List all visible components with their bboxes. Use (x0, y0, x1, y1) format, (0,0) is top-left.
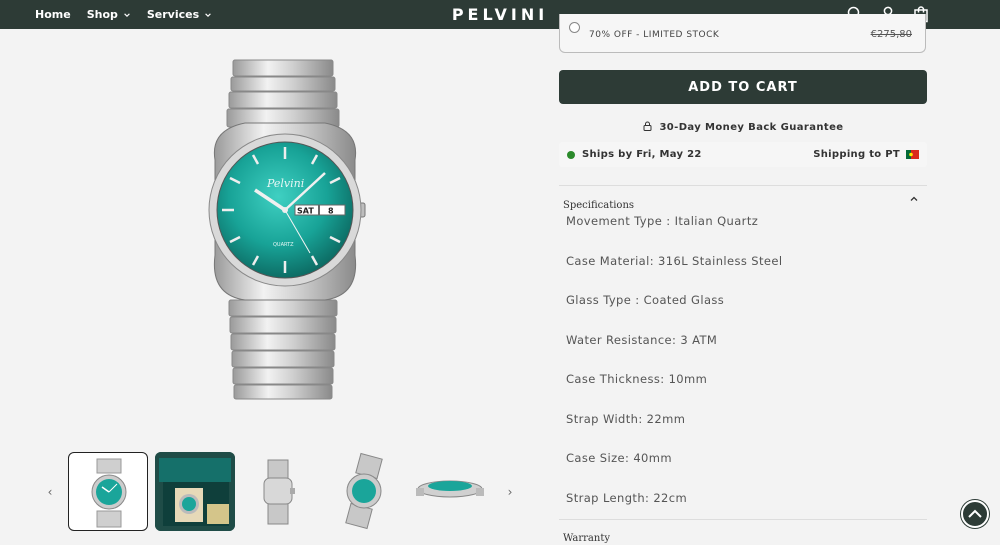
main-nav: Home Shop Services (35, 0, 212, 29)
svg-text:QUARTZ: QUARTZ (273, 242, 294, 248)
product-main-image[interactable]: SAT 8 Pelvini QUARTZ (185, 55, 390, 405)
svg-text:Pelvini: Pelvini (266, 177, 304, 190)
spec-item: Case Size: 40mm (566, 451, 672, 465)
nav-shop-label: Shop (86, 8, 118, 21)
add-to-cart-button[interactable]: ADD TO CART (559, 70, 927, 104)
ships-by-date: Ships by Fri, May 22 (582, 149, 702, 160)
offer-option[interactable]: 70% OFF - LIMITED STOCK €275,80 (559, 14, 926, 53)
offer-compare-price: €275,80 (870, 29, 912, 40)
thumbnail-1[interactable] (68, 452, 148, 531)
specifications-list: Movement Type : Italian Quartz Case Mate… (566, 214, 926, 530)
offer-radio[interactable] (569, 22, 580, 33)
chevron-down-icon (205, 12, 211, 17)
spec-item: Water Resistance: 3 ATM (566, 332, 718, 347)
thumbnail-4[interactable] (324, 452, 404, 531)
thumbnail-next-arrow[interactable]: › (504, 485, 516, 499)
thumbnail-3[interactable] (238, 452, 318, 531)
chevron-down-icon (124, 12, 130, 17)
nav-home[interactable]: Home (35, 8, 71, 21)
nav-services[interactable]: Services (147, 8, 212, 21)
spec-item: Strap Length: 22cm (566, 490, 688, 505)
thumbnail-strip: ‹ › (42, 452, 522, 532)
divider (559, 185, 927, 186)
scroll-to-top-button[interactable] (961, 500, 989, 528)
spec-item: Case Material: 316L Stainless Steel (566, 253, 783, 268)
svg-text:SAT: SAT (297, 207, 314, 216)
spec-item: Movement Type : Italian Quartz (566, 214, 759, 228)
specifications-toggle[interactable]: Specifications (563, 193, 923, 211)
money-back-guarantee: 30-Day Money Back Guarantee (559, 121, 927, 133)
nav-shop[interactable]: Shop (87, 8, 131, 21)
spec-item: Glass Type : Coated Glass (566, 293, 725, 307)
warranty-toggle[interactable]: Warranty (563, 526, 923, 544)
lock-icon (643, 121, 652, 131)
thumbnail-prev-arrow[interactable]: ‹ (44, 485, 56, 499)
nav-services-label: Services (146, 8, 200, 21)
thumbnail-5[interactable] (410, 452, 490, 531)
divider (559, 519, 927, 520)
chevron-up-icon (968, 509, 982, 518)
ships-status-dot (567, 151, 575, 159)
warranty-title: Warranty (563, 533, 611, 544)
spec-item: Strap Width: 22mm (566, 411, 686, 426)
guarantee-text: 30-Day Money Back Guarantee (659, 122, 844, 133)
shipping-info: Ships by Fri, May 22 Shipping to PT (559, 142, 927, 167)
portugal-flag-icon (906, 150, 919, 159)
specifications-title: Specifications (563, 200, 635, 211)
shipping-destination-text: Shipping to PT (813, 149, 900, 160)
thumbnail-2[interactable] (155, 452, 235, 531)
offer-label: 70% OFF - LIMITED STOCK (589, 30, 720, 40)
spec-item: Case Thickness: 10mm (566, 372, 708, 386)
svg-text:8: 8 (328, 207, 334, 216)
nav-home-label: Home (35, 8, 71, 21)
shipping-destination: Shipping to PT (813, 149, 919, 160)
chevron-up-icon (910, 196, 918, 201)
